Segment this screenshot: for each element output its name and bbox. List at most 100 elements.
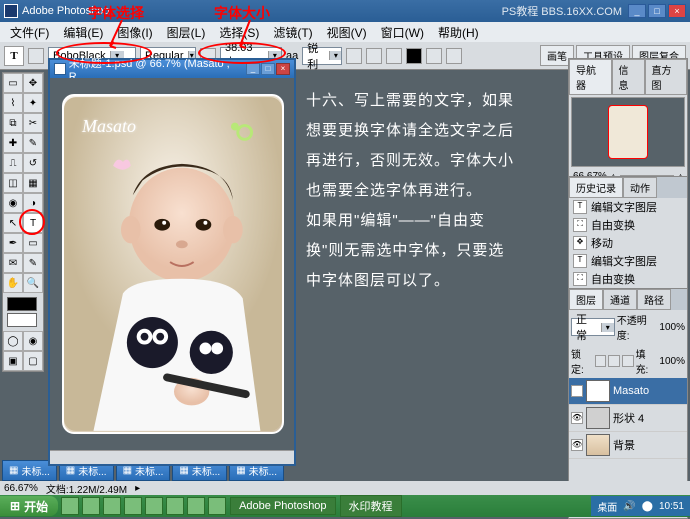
blend-mode-value: 正常	[572, 311, 601, 343]
lasso-tool[interactable]: ⌇	[3, 93, 23, 113]
foreground-color[interactable]	[7, 297, 37, 311]
history-item[interactable]: ✥移动	[569, 234, 687, 252]
taskbar-app[interactable]: Adobe Photoshop	[230, 497, 335, 515]
history-item[interactable]: T编辑文字图层	[569, 198, 687, 216]
screenmode-icon[interactable]: ▣	[3, 351, 23, 371]
tab-channels[interactable]: 通道	[603, 289, 637, 310]
tab-histogram[interactable]: 直方图	[645, 59, 688, 95]
doc-minimize-button[interactable]: _	[246, 63, 260, 75]
character-panel-icon[interactable]	[446, 48, 462, 64]
move-tool[interactable]: ✥	[23, 73, 43, 93]
wand-tool[interactable]: ✦	[23, 93, 43, 113]
type-tool[interactable]: T	[23, 213, 43, 233]
background-color[interactable]	[7, 313, 37, 327]
align-right-icon[interactable]	[386, 48, 402, 64]
taskbar-app[interactable]: 水印教程	[340, 495, 402, 517]
visibility-icon[interactable]: 👁	[571, 439, 583, 451]
history-brush-tool[interactable]: ↺	[23, 153, 43, 173]
slice-tool[interactable]: ✂	[23, 113, 43, 133]
blur-tool[interactable]: ◉	[3, 193, 23, 213]
quicklaunch-icon[interactable]	[145, 497, 163, 515]
align-center-icon[interactable]	[366, 48, 382, 64]
shape-tool[interactable]: ▭	[23, 233, 43, 253]
layer-row[interactable]: 👁 背景	[569, 432, 687, 459]
instruction-line: 再进行，否则无效。字体大小	[306, 146, 560, 176]
lock-position-icon[interactable]	[622, 355, 634, 367]
tab-layers[interactable]: 图层	[569, 289, 603, 310]
status-arrow-icon[interactable]: ▸	[135, 483, 140, 494]
minimize-button[interactable]: _	[628, 4, 646, 18]
eyedropper-tool[interactable]: ✎	[23, 253, 43, 273]
tray-icon[interactable]: ⬤	[642, 501, 653, 512]
taskbar-app-label: Adobe Photoshop	[239, 500, 326, 512]
visibility-icon[interactable]: 👁	[571, 385, 583, 397]
tab-info[interactable]: 信息	[612, 59, 645, 95]
tab-navigator[interactable]: 导航器	[569, 59, 612, 95]
lock-paint-icon[interactable]	[608, 355, 620, 367]
doc-close-button[interactable]: ×	[276, 63, 290, 75]
menu-layer[interactable]: 图层(L)	[161, 22, 212, 43]
history-item[interactable]: ⛶自由变换	[569, 216, 687, 234]
layer-row[interactable]: 👁 形状 4	[569, 405, 687, 432]
screenmode2-icon[interactable]: ▢	[23, 351, 43, 371]
marquee-tool[interactable]: ▭	[3, 73, 23, 93]
document-icon: ▦	[9, 465, 18, 476]
photo-canvas: Masato	[62, 94, 284, 434]
zoom-tool[interactable]: 🔍	[23, 273, 43, 293]
tab-paths[interactable]: 路径	[637, 289, 671, 310]
align-left-icon[interactable]	[346, 48, 362, 64]
horizontal-scrollbar[interactable]	[50, 450, 294, 464]
brush-tool[interactable]: ✎	[23, 133, 43, 153]
quicklaunch-icon[interactable]	[166, 497, 184, 515]
quicklaunch-icon[interactable]	[124, 497, 142, 515]
document-tab-label: 未标...	[21, 463, 49, 478]
history-label: 移动	[591, 235, 613, 251]
text-orientation-icon[interactable]	[28, 48, 44, 64]
crop-tool[interactable]: ⧉	[3, 113, 23, 133]
gradient-tool[interactable]: ▦	[23, 173, 43, 193]
navigator-thumbnail[interactable]	[571, 97, 685, 167]
layer-row[interactable]: 👁 T Masato	[569, 378, 687, 405]
warp-text-icon[interactable]	[426, 48, 442, 64]
stamp-tool[interactable]: ⎍	[3, 153, 23, 173]
notes-tool[interactable]: ✉	[3, 253, 23, 273]
tray-icon[interactable]: 🔊	[623, 501, 635, 512]
type-icon: T	[573, 200, 587, 214]
eraser-tool[interactable]: ◫	[3, 173, 23, 193]
clock[interactable]: 10:51	[659, 501, 684, 512]
highlight-circle	[19, 209, 45, 235]
antialias-select[interactable]: 锐利 ▾	[302, 47, 342, 65]
close-button[interactable]: ×	[668, 4, 686, 18]
tab-actions[interactable]: 动作	[623, 177, 657, 198]
text-color-swatch[interactable]	[406, 48, 422, 64]
history-item[interactable]: T编辑文字图层	[569, 252, 687, 270]
taskbar-app-label: 水印教程	[349, 501, 393, 513]
desktop-label[interactable]: 桌面	[597, 499, 617, 514]
quickmask-icon[interactable]: ◯	[3, 331, 23, 351]
canvas-area[interactable]: Masato	[50, 78, 294, 450]
lock-transparent-icon[interactable]	[595, 355, 607, 367]
blend-mode-select[interactable]: 正常▾	[571, 318, 615, 336]
quickmask-on-icon[interactable]: ◉	[23, 331, 43, 351]
type-tool-indicator[interactable]: T	[4, 46, 24, 66]
quicklaunch-icon[interactable]	[208, 497, 226, 515]
document-titlebar[interactable]: 未标题-1.psd @ 66.7% (Masato , R... _ □ ×	[50, 60, 294, 78]
maximize-button[interactable]: □	[648, 4, 666, 18]
menu-file[interactable]: 文件(F)	[4, 22, 55, 43]
visibility-icon[interactable]: 👁	[571, 412, 583, 424]
history-item[interactable]: ⛶自由变换	[569, 270, 687, 288]
hand-tool[interactable]: ✋	[3, 273, 23, 293]
pen-tool[interactable]: ✒	[3, 233, 23, 253]
menu-help[interactable]: 帮助(H)	[432, 22, 485, 43]
doc-maximize-button[interactable]: □	[261, 63, 275, 75]
quicklaunch-icon[interactable]	[187, 497, 205, 515]
heal-tool[interactable]: ✚	[3, 133, 23, 153]
instruction-line: 十六、写上需要的文字，如果	[306, 86, 560, 116]
quicklaunch-icon[interactable]	[82, 497, 100, 515]
dropdown-icon: ▾	[601, 323, 614, 332]
start-button[interactable]: ⊞ 开始	[0, 496, 58, 516]
menu-window[interactable]: 窗口(W)	[375, 22, 430, 43]
tab-history[interactable]: 历史记录	[569, 177, 623, 198]
quicklaunch-icon[interactable]	[103, 497, 121, 515]
quicklaunch-icon[interactable]	[61, 497, 79, 515]
